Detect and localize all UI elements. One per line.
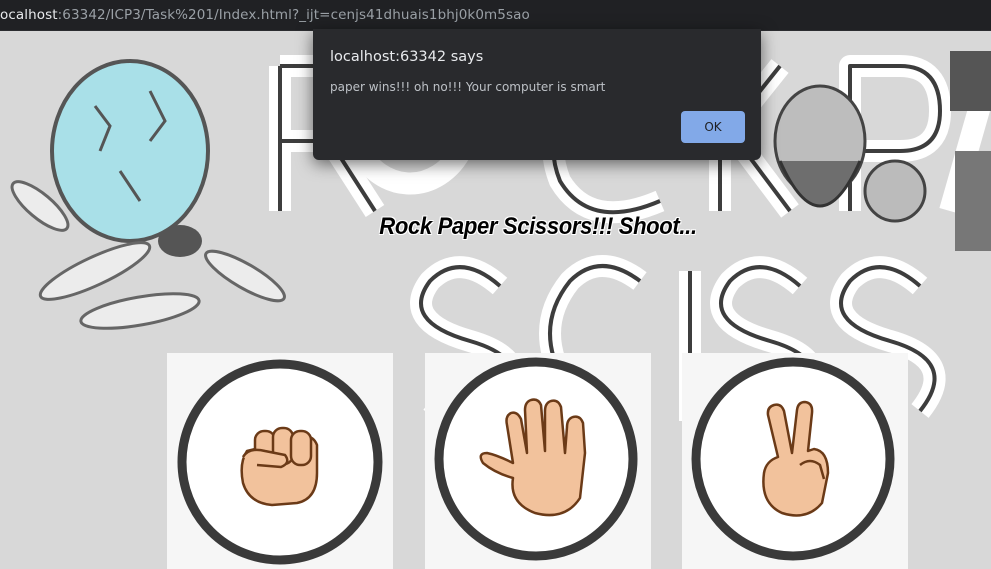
fist-icon — [177, 359, 383, 565]
dialog-message: paper wins!!! oh no!!! Your computer is … — [330, 80, 606, 94]
victory-hand-icon — [691, 357, 895, 561]
open-hand-icon — [434, 357, 638, 561]
url-text[interactable]: ocalhost:63342/ICP3/Task%201/Index.html?… — [0, 7, 530, 23]
url-host: ocalhost — [0, 7, 58, 23]
dialog-title: localhost:63342 says — [330, 49, 484, 65]
paper-choice-button[interactable] — [425, 353, 651, 569]
rock-choice-button[interactable] — [167, 353, 393, 569]
ok-button[interactable]: OK — [681, 111, 745, 143]
address-bar[interactable]: ocalhost:63342/ICP3/Task%201/Index.html?… — [0, 0, 991, 31]
url-path: :63342/ICP3/Task%201/Index.html?_ijt=cen… — [57, 7, 530, 23]
scissors-choice-button[interactable] — [682, 353, 908, 569]
page-heading: Rock Paper Scissors!!! Shoot... — [379, 213, 697, 240]
alert-dialog: localhost:63342 says paper wins!!! oh no… — [313, 29, 761, 160]
browser-window: ocalhost:63342/ICP3/Task%201/Index.html?… — [0, 0, 991, 569]
